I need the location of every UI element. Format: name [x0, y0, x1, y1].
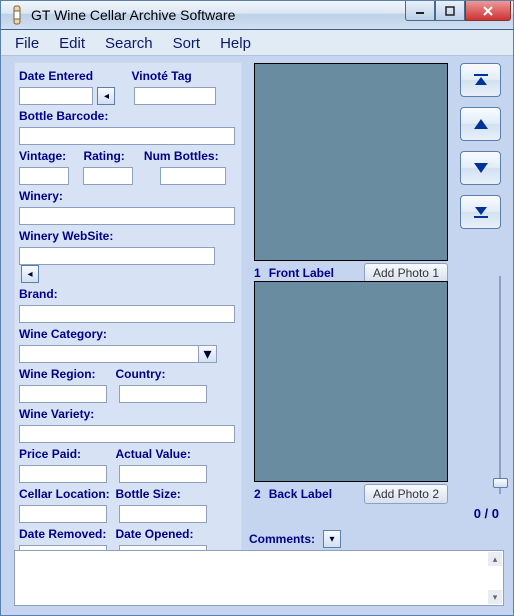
- comments-label: Comments:: [249, 532, 315, 546]
- maximize-button[interactable]: [435, 1, 465, 21]
- price-paid-field[interactable]: [19, 465, 107, 483]
- front-label-photo[interactable]: [254, 63, 448, 261]
- front-label-caption: 1 Front Label Add Photo 1: [254, 263, 448, 283]
- vintage-label: Vintage:: [19, 149, 75, 163]
- date-picker-button[interactable]: ◂: [97, 87, 115, 105]
- front-label-number: 1: [254, 266, 261, 280]
- wine-variety-field[interactable]: [19, 425, 235, 443]
- date-removed-label: Date Removed:: [19, 527, 111, 541]
- back-label-number: 2: [254, 487, 261, 501]
- scroll-down-icon[interactable]: ▾: [488, 590, 502, 604]
- content-area: Date Entered Vinoté Tag ◂ Bottle Barcode…: [0, 56, 514, 616]
- menu-search[interactable]: Search: [95, 33, 163, 54]
- close-button[interactable]: [465, 1, 511, 21]
- first-record-button[interactable]: [460, 63, 501, 97]
- winery-field[interactable]: [19, 207, 235, 225]
- num-bottles-field[interactable]: [160, 167, 226, 185]
- vinote-tag-field[interactable]: [134, 87, 216, 105]
- winery-website-label: Winery WebSite:: [19, 229, 113, 243]
- brand-field[interactable]: [19, 305, 235, 323]
- slider-track: [499, 276, 501, 494]
- num-bottles-label: Num Bottles:: [144, 149, 219, 163]
- date-entered-field[interactable]: [19, 87, 93, 105]
- cellar-location-field[interactable]: [19, 505, 107, 523]
- add-photo-2-button[interactable]: Add Photo 2: [364, 484, 448, 504]
- wine-category-label: Wine Category:: [19, 327, 107, 341]
- bottle-size-label: Bottle Size:: [115, 487, 180, 501]
- record-counter: 0 / 0: [474, 506, 499, 521]
- wine-region-label: Wine Region:: [19, 367, 111, 381]
- rating-label: Rating:: [83, 149, 139, 163]
- country-label: Country:: [115, 367, 165, 381]
- winery-website-field[interactable]: [19, 247, 215, 265]
- actual-value-field[interactable]: [119, 465, 207, 483]
- prev-record-button[interactable]: [460, 107, 501, 141]
- wine-variety-label: Wine Variety:: [19, 407, 94, 421]
- front-label-text: Front Label: [269, 266, 334, 280]
- brand-label: Brand:: [19, 287, 58, 301]
- wine-region-field[interactable]: [19, 385, 107, 403]
- last-record-button[interactable]: [460, 195, 501, 229]
- next-record-button[interactable]: [460, 151, 501, 185]
- slider-thumb[interactable]: [493, 478, 508, 488]
- country-field[interactable]: [119, 385, 207, 403]
- bottle-size-field[interactable]: [119, 505, 207, 523]
- vinote-tag-label: Vinoté Tag: [131, 69, 191, 83]
- vintage-field[interactable]: [19, 167, 69, 185]
- back-label-text: Back Label: [269, 487, 332, 501]
- app-icon: [9, 5, 25, 25]
- price-paid-label: Price Paid:: [19, 447, 111, 461]
- rating-field[interactable]: [83, 167, 133, 185]
- window-title: GT Wine Cellar Archive Software: [31, 7, 235, 23]
- minimize-button[interactable]: [405, 1, 435, 21]
- date-entered-label: Date Entered: [19, 69, 93, 83]
- record-nav: [460, 63, 501, 239]
- wine-category-dropdown[interactable]: ▾: [199, 345, 217, 363]
- bottle-barcode-field[interactable]: [19, 127, 235, 145]
- bottle-barcode-label: Bottle Barcode:: [19, 109, 108, 123]
- scroll-up-icon[interactable]: ▴: [488, 552, 502, 566]
- menu-help[interactable]: Help: [210, 33, 261, 54]
- back-label-caption: 2 Back Label Add Photo 2: [254, 484, 448, 504]
- menu-file[interactable]: File: [5, 33, 49, 54]
- vertical-slider[interactable]: [491, 276, 509, 494]
- wine-category-field[interactable]: [19, 345, 199, 363]
- menu-sort[interactable]: Sort: [163, 33, 211, 54]
- menu-bar: File Edit Search Sort Help: [0, 30, 514, 56]
- comments-field[interactable]: ▴ ▾: [14, 550, 504, 606]
- website-go-button[interactable]: ◂: [21, 265, 39, 283]
- window-controls: [405, 1, 511, 21]
- date-opened-label: Date Opened:: [115, 527, 193, 541]
- menu-edit[interactable]: Edit: [49, 33, 95, 54]
- back-label-photo[interactable]: [254, 281, 448, 482]
- comments-dropdown-button[interactable]: ▾: [323, 530, 341, 548]
- winery-label: Winery:: [19, 189, 63, 203]
- add-photo-1-button[interactable]: Add Photo 1: [364, 263, 448, 283]
- title-bar: GT Wine Cellar Archive Software: [0, 0, 514, 30]
- form-panel: Date Entered Vinoté Tag ◂ Bottle Barcode…: [14, 62, 242, 572]
- actual-value-label: Actual Value:: [115, 447, 190, 461]
- cellar-location-label: Cellar Location:: [19, 487, 111, 501]
